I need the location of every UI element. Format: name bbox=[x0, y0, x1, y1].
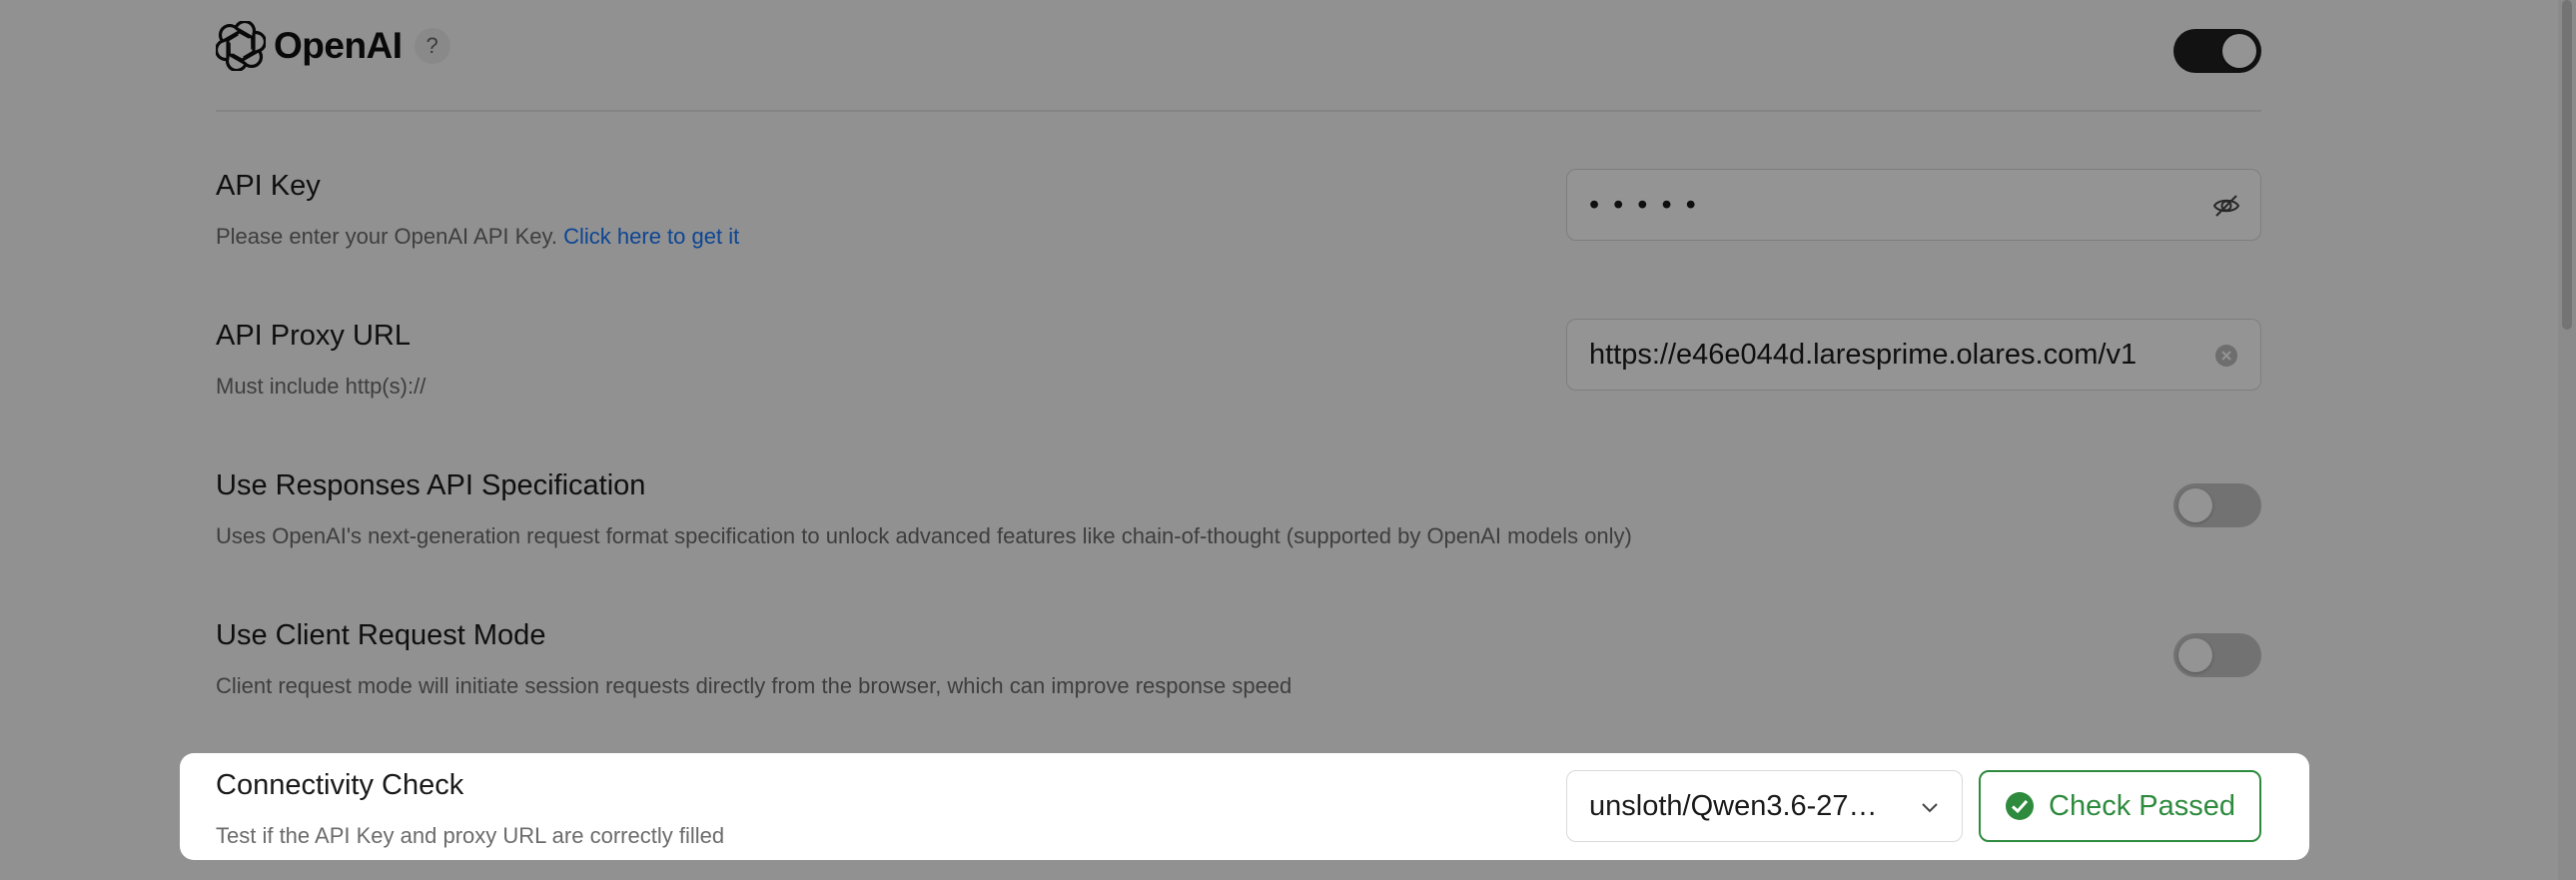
help-icon[interactable]: ? bbox=[414, 28, 450, 64]
check-passed-label: Check Passed bbox=[2049, 789, 2235, 822]
proxy-url-title: API Proxy URL bbox=[216, 320, 411, 352]
eye-off-icon[interactable] bbox=[2212, 192, 2240, 220]
toggle-knob bbox=[2178, 488, 2212, 522]
api-key-description-text: Please enter your OpenAI API Key. bbox=[216, 224, 558, 249]
model-select-value: unsloth/Qwen3.6-27… bbox=[1589, 790, 1878, 822]
responses-api-toggle[interactable] bbox=[2173, 483, 2261, 527]
scrollbar-thumb[interactable] bbox=[2562, 0, 2572, 330]
settings-page: OpenAI ? API Key Please enter your OpenA… bbox=[0, 0, 2576, 880]
responses-api-title: Use Responses API Specification bbox=[216, 469, 646, 501]
proxy-url-input[interactable]: https://e46e044d.laresprime.olares.com/v… bbox=[1566, 319, 2261, 391]
client-mode-toggle[interactable] bbox=[2173, 633, 2261, 677]
toggle-knob bbox=[2178, 638, 2212, 672]
client-mode-title: Use Client Request Mode bbox=[216, 619, 546, 651]
model-select[interactable]: unsloth/Qwen3.6-27… bbox=[1566, 770, 1963, 842]
api-key-input[interactable]: ••••• bbox=[1566, 169, 2261, 241]
page-scrollbar[interactable] bbox=[2558, 0, 2576, 880]
connectivity-check-description: Test if the API Key and proxy URL are co… bbox=[216, 823, 725, 848]
get-api-key-link[interactable]: Click here to get it bbox=[563, 224, 739, 249]
provider-name: OpenAI bbox=[274, 25, 403, 66]
chevron-down-icon bbox=[1922, 803, 1938, 813]
api-key-description: Please enter your OpenAI API Key. Click … bbox=[216, 224, 739, 250]
check-circle-icon bbox=[2006, 792, 2034, 820]
connectivity-check-title: Connectivity Check bbox=[216, 769, 464, 801]
header-divider bbox=[216, 110, 2261, 112]
responses-api-description: Uses OpenAI's next-generation request fo… bbox=[216, 523, 1632, 548]
proxy-url-value: https://e46e044d.laresprime.olares.com/v… bbox=[1589, 339, 2138, 371]
provider-header: OpenAI ? bbox=[216, 20, 450, 72]
provider-enable-toggle[interactable] bbox=[2173, 29, 2261, 73]
openai-logo-icon bbox=[216, 21, 266, 71]
clear-icon[interactable] bbox=[2212, 342, 2240, 370]
check-passed-button[interactable]: Check Passed bbox=[1979, 770, 2261, 842]
proxy-url-description: Must include http(s):// bbox=[216, 374, 427, 399]
api-key-title: API Key bbox=[216, 170, 321, 202]
api-key-masked-value: ••••• bbox=[1589, 189, 1710, 221]
client-mode-description: Client request mode will initiate sessio… bbox=[216, 673, 1292, 698]
toggle-knob bbox=[2222, 34, 2256, 68]
